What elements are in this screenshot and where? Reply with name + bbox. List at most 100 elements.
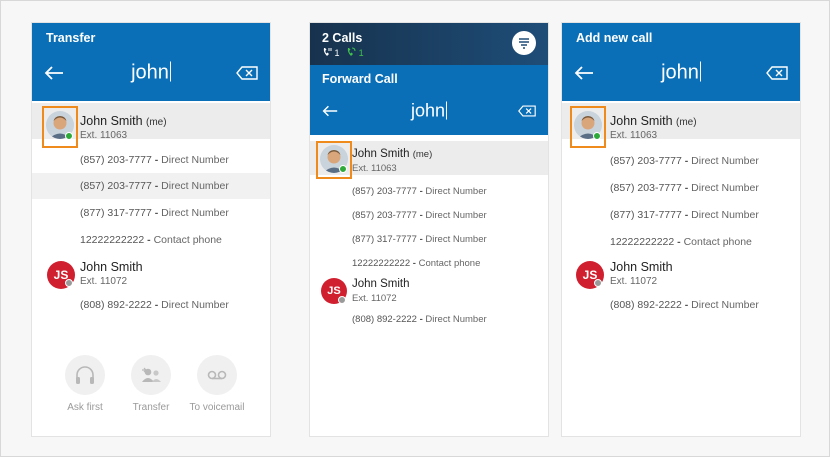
- contact-row-js[interactable]: JS John Smith Ext. 11072: [32, 255, 270, 291]
- transfer-title: Transfer: [46, 31, 96, 45]
- text-caret: [446, 101, 448, 120]
- me-tag: (me): [146, 117, 167, 128]
- phone-number: (857) 203-7777 - Direct Number: [610, 182, 759, 194]
- calls-count-title: 2 Calls: [322, 31, 363, 45]
- number-row[interactable]: (808) 892-2222 - Direct Number: [32, 293, 270, 319]
- active-count: 1: [358, 48, 364, 58]
- transfer-search-row: john: [32, 53, 270, 93]
- forward-search-row: john: [310, 91, 548, 131]
- addcall-header: Add new call john: [562, 23, 800, 101]
- contact-ext: Ext. 11063: [80, 130, 128, 141]
- phone-number: (857) 203-7777 - Direct Number: [352, 186, 487, 197]
- to-voicemail-button[interactable]: To voicemail: [182, 355, 252, 413]
- number-row[interactable]: (857) 203-7777 - Direct Number: [562, 176, 800, 202]
- presence-offline-dot: [338, 296, 346, 304]
- me-tag: (me): [676, 117, 697, 128]
- number-row[interactable]: (857) 203-7777 - Direct Number: [562, 149, 800, 175]
- contact-name-text: John Smith: [352, 148, 410, 160]
- ask-first-button[interactable]: Ask first: [50, 355, 120, 413]
- number-row[interactable]: 12222222222 - Contact phone: [562, 230, 800, 256]
- contact-name: John Smith (me): [80, 114, 167, 128]
- screenshot-frame: Transfer john John Smith (me) Ext. 11063…: [0, 0, 830, 457]
- phone-number: 12222222222 - Contact phone: [352, 258, 481, 269]
- search-query: john: [131, 61, 169, 84]
- contact-name: John Smith: [610, 260, 673, 274]
- phone-number: (877) 317-7777 - Direct Number: [352, 234, 487, 245]
- phone-number: (857) 203-7777 - Direct Number: [80, 154, 229, 166]
- call-list-icon[interactable]: [512, 31, 536, 55]
- search-query: john: [410, 100, 446, 121]
- contact-ext: Ext. 11063: [352, 163, 397, 174]
- phone-number: (808) 892-2222 - Direct Number: [80, 299, 229, 311]
- backspace-clear-icon[interactable]: [236, 66, 258, 80]
- contact-name: John Smith (me): [610, 114, 697, 128]
- search-query: john: [661, 61, 699, 84]
- number-row[interactable]: (857) 203-7777 - Direct Number: [310, 204, 548, 228]
- transfer-users-icon: [131, 355, 171, 395]
- contact-row-js[interactable]: JS John Smith Ext. 11072: [310, 276, 548, 310]
- phone-number: (877) 317-7777 - Direct Number: [610, 209, 759, 221]
- phone-number: 12222222222 - Contact phone: [610, 236, 752, 248]
- phone-number: (808) 892-2222 - Direct Number: [610, 299, 759, 311]
- contact-name-text: John Smith: [80, 114, 143, 128]
- add-call-panel: Add new call john John Smith (me) Ext. 1…: [561, 22, 801, 437]
- phone-number: (857) 203-7777 - Direct Number: [352, 210, 487, 221]
- transfer-panel: Transfer john John Smith (me) Ext. 11063…: [31, 22, 271, 437]
- contact-ext: Ext. 11063: [610, 130, 658, 141]
- number-row[interactable]: (877) 317-7777 - Direct Number: [310, 228, 548, 252]
- contact-ext: Ext. 11072: [80, 276, 128, 287]
- to-voicemail-label: To voicemail: [189, 402, 245, 413]
- calls-status: 1 1: [322, 47, 364, 58]
- contact-name: John Smith: [80, 260, 143, 274]
- headset-icon: [65, 355, 105, 395]
- presence-offline-dot: [594, 279, 602, 287]
- transfer-button[interactable]: Transfer: [116, 355, 186, 413]
- voicemail-icon: [197, 355, 237, 395]
- presence-online-dot: [339, 165, 347, 173]
- text-caret: [169, 61, 171, 82]
- phone-number: (857) 203-7777 - Direct Number: [80, 180, 229, 192]
- contact-row-js[interactable]: JS John Smith Ext. 11072: [562, 255, 800, 291]
- transfer-header: Transfer john: [32, 23, 270, 101]
- contact-ext: Ext. 11072: [352, 293, 397, 304]
- phone-number: (808) 892-2222 - Direct Number: [352, 314, 487, 325]
- number-row[interactable]: (808) 892-2222 - Direct Number: [310, 310, 548, 334]
- calls-bar[interactable]: 2 Calls 1 1: [310, 23, 548, 65]
- addcall-search-row: john: [562, 53, 800, 93]
- transfer-label: Transfer: [132, 402, 170, 413]
- number-row[interactable]: (877) 317-7777 - Direct Number: [562, 203, 800, 229]
- phone-number: (857) 203-7777 - Direct Number: [610, 155, 759, 167]
- number-row[interactable]: (808) 892-2222 - Direct Number: [562, 293, 800, 319]
- contact-name: John Smith (me): [352, 148, 432, 160]
- search-input[interactable]: john: [32, 61, 270, 85]
- contact-row-me[interactable]: John Smith (me) Ext. 11063: [562, 103, 800, 148]
- number-row[interactable]: (877) 317-7777 - Direct Number: [32, 200, 270, 226]
- contact-ext: Ext. 11072: [610, 276, 658, 287]
- contact-name-text: John Smith: [610, 114, 673, 128]
- backspace-clear-icon[interactable]: [518, 105, 536, 117]
- forward-title: Forward Call: [322, 72, 398, 86]
- backspace-clear-icon[interactable]: [766, 66, 788, 80]
- search-input[interactable]: john: [562, 61, 800, 85]
- phone-number: 12222222222 - Contact phone: [80, 234, 222, 246]
- presence-online-dot: [65, 132, 73, 140]
- addcall-title: Add new call: [576, 31, 653, 45]
- forward-header: Forward Call john: [310, 65, 548, 135]
- number-row[interactable]: 12222222222 - Contact phone: [32, 227, 270, 253]
- call-hold-icon: [323, 48, 332, 56]
- presence-online-dot: [593, 132, 601, 140]
- number-row[interactable]: (857) 203-7777 - Direct Number: [310, 180, 548, 204]
- me-tag: (me): [412, 149, 433, 160]
- contact-row-me[interactable]: John Smith (me) Ext. 11063: [32, 103, 270, 148]
- phone-number: (877) 317-7777 - Direct Number: [80, 207, 229, 219]
- held-count: 1: [334, 48, 340, 58]
- contact-row-me[interactable]: John Smith (me) Ext. 11063: [310, 141, 548, 179]
- presence-offline-dot: [65, 279, 73, 287]
- ask-first-label: Ask first: [67, 402, 103, 413]
- search-input[interactable]: john: [310, 101, 548, 122]
- number-row[interactable]: (857) 203-7777 - Direct Number: [32, 173, 270, 199]
- active-call-icon: [347, 47, 356, 56]
- forward-panel: 2 Calls 1 1 Forward Call john John Smith…: [309, 22, 549, 437]
- number-row[interactable]: (857) 203-7777 - Direct Number: [32, 148, 270, 173]
- number-row[interactable]: 12222222222 - Contact phone: [310, 252, 548, 276]
